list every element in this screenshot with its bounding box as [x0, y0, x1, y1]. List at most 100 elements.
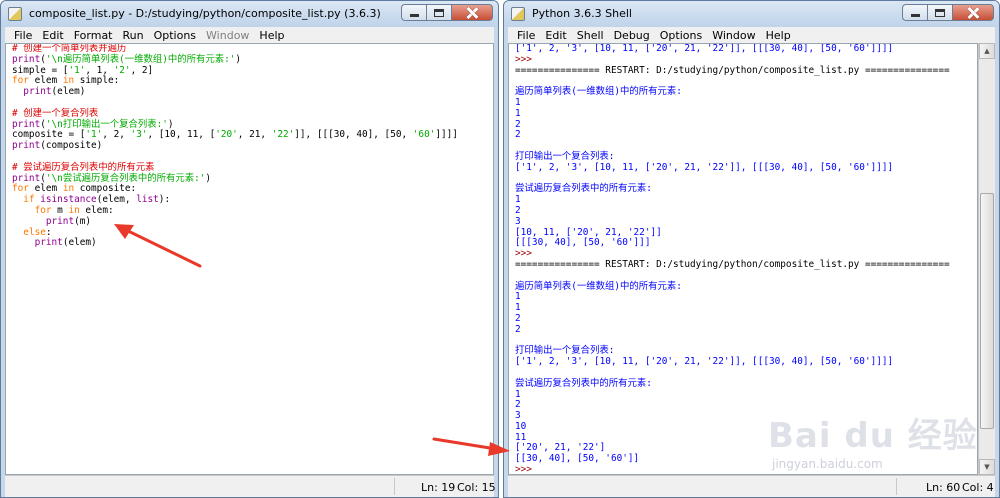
shell-menu-file[interactable]: File: [512, 29, 540, 42]
scrollbar-thumb[interactable]: [980, 193, 994, 429]
code-token: , 1,: [85, 64, 114, 76]
code-token: for: [12, 75, 29, 87]
code-token: (m): [74, 215, 92, 227]
code-token: >>>: [515, 248, 538, 260]
editor-minimize-button[interactable]: [401, 4, 426, 21]
code-token: =============== RESTART: D:/studying/pyt…: [515, 64, 950, 76]
code-token: print: [12, 172, 41, 184]
code-token: (elem,: [96, 194, 137, 206]
code-token: ]]]]: [435, 129, 458, 141]
scroll-up-arrow-icon[interactable]: ▲: [979, 43, 995, 59]
code-token: print: [12, 118, 41, 130]
code-token: for: [12, 183, 29, 195]
close-icon: [967, 7, 979, 19]
shell-menu-help[interactable]: Help: [761, 29, 796, 42]
code-token: >>>: [515, 464, 538, 475]
editor-menu-format[interactable]: Format: [69, 29, 118, 42]
code-token: '1': [85, 129, 103, 141]
code-line: print(m): [12, 215, 458, 228]
code-token: # 尝试遍历复合列表中的所有元素: [12, 161, 155, 173]
code-token: 2: [515, 129, 521, 141]
code-token: (elem): [62, 237, 97, 249]
code-line: print(composite): [12, 140, 458, 152]
code-token: ): [205, 172, 212, 184]
code-token: 3: [515, 410, 521, 422]
code-token: =============== RESTART: D:/studying/pyt…: [515, 258, 950, 270]
code-token: ]], [[[30, 40], [50,: [294, 129, 413, 141]
code-token: # 创建一个复合列表: [12, 107, 99, 119]
editor-code-area[interactable]: # 创建一个简单列表并遍历 print('\n遍历简单列表(一维数组)中的所有元素…: [5, 43, 494, 475]
shell-menu-shell[interactable]: Shell: [572, 29, 609, 42]
shell-maximize-button[interactable]: [927, 4, 952, 21]
code-token: # 创建一个简单列表并遍历: [12, 43, 127, 54]
code-token: , 2,: [102, 129, 131, 141]
status-separator: [394, 478, 395, 495]
status-separator: [896, 478, 897, 495]
shell-menu-window[interactable]: Window: [707, 29, 760, 42]
code-token: [[[30, 40], [50, '60']]]: [515, 237, 651, 249]
code-token: 2: [515, 118, 521, 130]
shell-line: ['1', 2, '3', [10, 11, ['20', 21, '22']]…: [515, 162, 950, 174]
shell-menubar: File Edit Shell Debug Options Window Hel…: [508, 27, 995, 43]
editor-titlebar[interactable]: composite_list.py - D:/studying/python/c…: [1, 1, 498, 27]
shell-line: 1: [515, 302, 950, 314]
shell-menu-edit[interactable]: Edit: [540, 29, 571, 42]
shell-menu-options[interactable]: Options: [655, 29, 707, 42]
code-token: ['1', 2, '3', [10, 11, ['20', 21, '22']]…: [515, 43, 894, 54]
shell-line: 1: [515, 291, 950, 303]
editor-window-title: composite_list.py - D:/studying/python/c…: [29, 7, 381, 20]
code-token: 1: [515, 291, 521, 303]
editor-menu-options[interactable]: Options: [149, 29, 201, 42]
code-token: 1: [515, 388, 521, 400]
editor-menu-run[interactable]: Run: [118, 29, 149, 42]
code-token: simple:: [74, 75, 120, 87]
shell-line: ['1', 2, '3', [10, 11, ['20', 21, '22']]…: [515, 44, 950, 55]
shell-line: 2: [515, 313, 950, 325]
code-token: 打印输出一个复合列表:: [515, 150, 615, 162]
shell-line: 1: [515, 97, 950, 109]
code-token: , 21,: [237, 129, 272, 141]
editor-menubar: File Edit Format Run Options Window Help: [5, 27, 494, 43]
code-token: print: [45, 215, 75, 227]
python-file-icon: [511, 7, 525, 21]
code-token: (composite): [40, 140, 103, 152]
editor-menu-file[interactable]: File: [9, 29, 37, 42]
editor-menu-help[interactable]: Help: [254, 29, 289, 42]
code-token: print: [23, 86, 52, 98]
editor-menu-window[interactable]: Window: [201, 29, 254, 42]
code-token: ): [235, 53, 242, 65]
shell-minimize-button[interactable]: [902, 4, 927, 21]
code-token: 尝试遍历复合列表中的所有元素:: [515, 183, 652, 195]
shell-status-column: Col: 4: [962, 481, 994, 494]
shell-close-button[interactable]: [952, 4, 994, 21]
code-line: print(elem): [12, 86, 458, 98]
code-token: print: [12, 53, 41, 65]
code-token: '\n打印输出一个复合列表:': [45, 118, 168, 130]
editor-code-lines: # 创建一个简单列表并遍历 print('\n遍历简单列表(一维数组)中的所有元素…: [12, 44, 458, 249]
shell-line: 尝试遍历复合列表中的所有元素:: [515, 183, 950, 195]
editor-maximize-button[interactable]: [426, 4, 451, 21]
shell-vertical-scrollbar[interactable]: ▲ ▼: [978, 43, 995, 475]
shell-line: 1: [515, 388, 950, 401]
editor-close-button[interactable]: [451, 4, 493, 21]
code-token: else: [23, 226, 46, 238]
shell-line: 遍历简单列表(一维数组)中的所有元素:: [515, 281, 950, 293]
editor-status-line: Ln: 19: [421, 481, 456, 494]
code-token: >>>: [515, 53, 538, 65]
code-token: '3': [130, 129, 148, 141]
shell-output-area[interactable]: ['1', 2, '3', [10, 11, ['20', 21, '22']]…: [508, 43, 978, 475]
code-token: 1: [515, 194, 521, 206]
editor-menu-edit[interactable]: Edit: [37, 29, 68, 42]
shell-menu-debug[interactable]: Debug: [609, 29, 655, 42]
code-token: :: [45, 226, 52, 238]
code-token: isinstance: [40, 194, 97, 206]
shell-line: 遍历简单列表(一维数组)中的所有元素:: [515, 86, 950, 98]
code-token: 打印输出一个复合列表:: [515, 345, 615, 357]
code-token: list: [136, 194, 159, 206]
shell-line: 尝试遍历复合列表中的所有元素:: [515, 378, 950, 390]
shell-titlebar[interactable]: Python 3.6.3 Shell: [504, 1, 999, 27]
scroll-down-arrow-icon[interactable]: ▼: [979, 459, 995, 475]
code-token: '20': [215, 129, 238, 141]
shell-line: 3: [515, 410, 950, 422]
